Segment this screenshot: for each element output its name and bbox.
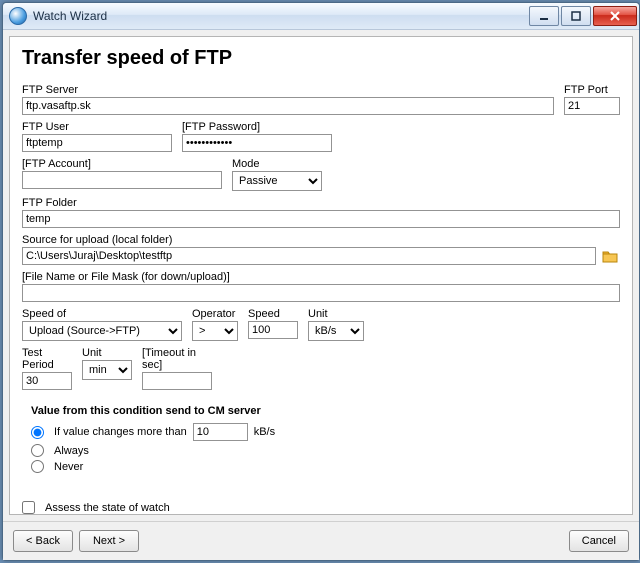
window-controls xyxy=(527,6,637,26)
test-period-label: Test Period xyxy=(22,347,72,371)
source-upload-input[interactable] xyxy=(22,247,596,265)
next-button[interactable]: Next > xyxy=(79,530,139,552)
speed-of-label: Speed of xyxy=(22,308,182,320)
ftp-account-input[interactable] xyxy=(22,171,222,189)
condition-title: Value from this condition send to CM ser… xyxy=(31,405,611,417)
test-period-input[interactable] xyxy=(22,372,72,390)
cond-never-radio[interactable] xyxy=(31,460,44,473)
cond-changes-label: If value changes more than xyxy=(54,426,187,438)
timeout-input[interactable] xyxy=(142,372,212,390)
source-upload-label: Source for upload (local folder) xyxy=(22,234,620,246)
unit-label: Unit xyxy=(308,308,364,320)
tp-unit-select[interactable]: min xyxy=(82,360,132,380)
unit-select[interactable]: kB/s xyxy=(308,321,364,341)
mode-select[interactable]: Passive xyxy=(232,171,322,191)
page-title: Transfer speed of FTP xyxy=(22,47,620,70)
speed-of-select[interactable]: Upload (Source->FTP) xyxy=(22,321,182,341)
cond-never-label: Never xyxy=(54,461,83,473)
close-button[interactable] xyxy=(593,6,637,26)
ftp-user-input[interactable] xyxy=(22,134,172,152)
footer: < Back Next > Cancel xyxy=(3,521,639,560)
window-title: Watch Wizard xyxy=(33,9,527,23)
wizard-window: Watch Wizard Transfer speed of FTP FTP S… xyxy=(2,2,640,561)
folder-icon xyxy=(602,249,618,263)
ftp-folder-label: FTP Folder xyxy=(22,197,620,209)
tp-unit-label: Unit xyxy=(82,347,132,359)
speed-label: Speed xyxy=(248,308,298,320)
ftp-port-input[interactable] xyxy=(564,97,620,115)
browse-folder-button[interactable] xyxy=(600,247,620,265)
app-icon xyxy=(9,7,27,25)
cancel-button[interactable]: Cancel xyxy=(569,530,629,552)
content-area: Transfer speed of FTP FTP Server FTP Por… xyxy=(9,36,633,515)
assess-label: Assess the state of watch xyxy=(45,502,170,514)
form: FTP Server FTP Port FTP User [FTP Passwo… xyxy=(22,84,620,515)
ftp-server-label: FTP Server xyxy=(22,84,554,96)
assess-checkbox[interactable] xyxy=(22,501,35,514)
titlebar[interactable]: Watch Wizard xyxy=(3,3,639,30)
ftp-password-input[interactable] xyxy=(182,134,332,152)
operator-label: Operator xyxy=(192,308,238,320)
ftp-server-input[interactable] xyxy=(22,97,554,115)
minimize-button[interactable] xyxy=(529,6,559,26)
operator-select[interactable]: > xyxy=(192,321,238,341)
cond-changes-radio[interactable] xyxy=(31,426,44,439)
timeout-label: [Timeout in sec] xyxy=(142,347,212,371)
ftp-folder-input[interactable] xyxy=(22,210,620,228)
file-mask-input[interactable] xyxy=(22,284,620,302)
ftp-password-label: [FTP Password] xyxy=(182,121,332,133)
cond-changes-unit: kB/s xyxy=(254,426,275,438)
mode-label: Mode xyxy=(232,158,322,170)
speed-input[interactable] xyxy=(248,321,298,339)
ftp-user-label: FTP User xyxy=(22,121,172,133)
ftp-account-label: [FTP Account] xyxy=(22,158,222,170)
back-button[interactable]: < Back xyxy=(13,530,73,552)
condition-group: Value from this condition send to CM ser… xyxy=(22,398,620,487)
file-mask-label: [File Name or File Mask (for down/upload… xyxy=(22,271,620,283)
maximize-button[interactable] xyxy=(561,6,591,26)
cond-always-label: Always xyxy=(54,445,89,457)
ftp-port-label: FTP Port xyxy=(564,84,620,96)
cond-always-radio[interactable] xyxy=(31,444,44,457)
cond-changes-value-input[interactable] xyxy=(193,423,248,441)
